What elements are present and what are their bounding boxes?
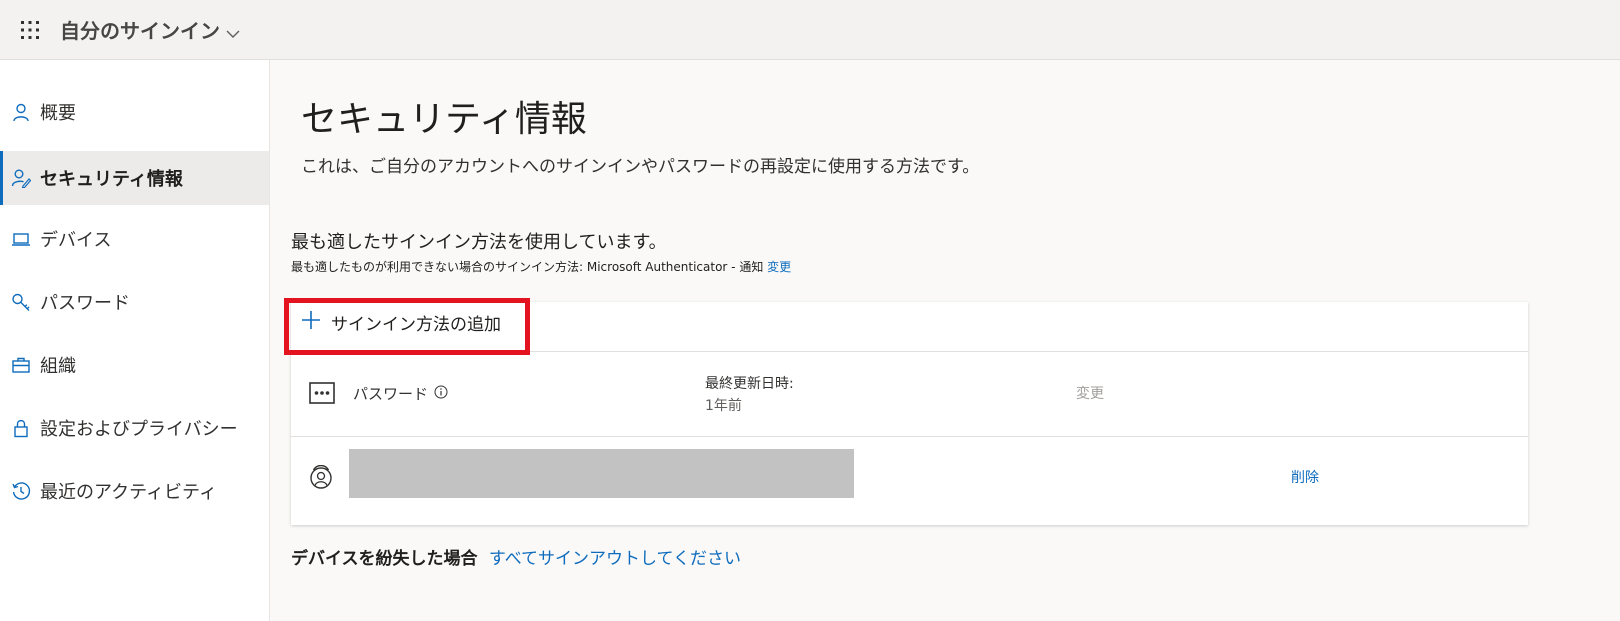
sidebar-item-label: 設定およびプライバシー bbox=[40, 419, 238, 440]
page-title: セキュリティ情報 bbox=[301, 99, 587, 140]
method-row-authenticator: 削除 bbox=[291, 437, 1528, 525]
last-updated-value: 1年前 bbox=[705, 398, 742, 414]
method-name-label: パスワード bbox=[353, 385, 429, 403]
delete-method-link[interactable]: 削除 bbox=[1291, 467, 1319, 487]
sidebar-item-recent-activity[interactable]: 最近のアクティビティ bbox=[0, 464, 269, 518]
lost-device-label: デバイスを紛失した場合 bbox=[291, 549, 478, 569]
default-method-heading: 最も適したサインイン方法を使用しています。 bbox=[291, 232, 667, 253]
lock-icon bbox=[10, 417, 32, 439]
sidebar-item-password[interactable]: パスワード bbox=[0, 275, 269, 329]
authenticator-icon bbox=[309, 464, 333, 495]
sidebar-item-settings-privacy[interactable]: 設定およびプライバシー bbox=[0, 401, 269, 455]
person-icon bbox=[10, 101, 32, 123]
info-icon[interactable] bbox=[434, 385, 448, 403]
key-icon bbox=[10, 291, 32, 313]
sidebar-item-security-info[interactable]: セキュリティ情報 bbox=[0, 151, 269, 205]
sidebar: 概要 セキュリティ情報 デバイス パスワード 組織 設定およびプライバシー 最近… bbox=[0, 60, 270, 621]
change-password-link[interactable]: 変更 bbox=[1076, 383, 1104, 403]
last-updated-label: 最終更新日時: bbox=[705, 376, 794, 392]
person-edit-icon bbox=[10, 167, 32, 189]
redacted-block bbox=[349, 449, 854, 498]
default-method-text: 最も適したものが利用できない場合のサインイン方法: Microsoft Auth… bbox=[291, 260, 764, 274]
top-bar: 自分のサインイン bbox=[0, 0, 1620, 60]
chevron-down-icon bbox=[226, 20, 240, 44]
history-icon bbox=[10, 480, 32, 502]
sidebar-item-label: 概要 bbox=[40, 103, 76, 124]
sidebar-item-overview[interactable]: 概要 bbox=[0, 85, 269, 139]
plus-icon bbox=[301, 310, 321, 335]
lost-device-section: デバイスを紛失した場合 すべてサインアウトしてください bbox=[291, 544, 741, 569]
briefcase-icon bbox=[10, 354, 32, 376]
add-method-row: サインイン方法の追加 bbox=[284, 298, 1528, 355]
sidebar-item-organization[interactable]: 組織 bbox=[0, 338, 269, 392]
sidebar-item-label: デバイス bbox=[40, 230, 112, 251]
page-description: これは、ご自分のアカウントへのサインインやパスワードの再設定に使用する方法です。 bbox=[301, 157, 980, 177]
app-launcher-icon[interactable] bbox=[0, 0, 60, 60]
sidebar-item-label: セキュリティ情報 bbox=[40, 169, 183, 190]
default-method-subtext: 最も適したものが利用できない場合のサインイン方法: Microsoft Auth… bbox=[291, 258, 791, 275]
laptop-icon bbox=[10, 228, 32, 250]
app-title-menu[interactable]: 自分のサインイン bbox=[60, 15, 240, 44]
add-method-button[interactable]: サインイン方法の追加 bbox=[301, 310, 501, 335]
main-content: セキュリティ情報 これは、ご自分のアカウントへのサインインやパスワードの再設定に… bbox=[271, 60, 1620, 621]
password-dots-icon bbox=[309, 382, 335, 408]
add-method-label: サインイン方法の追加 bbox=[331, 315, 501, 335]
method-row-password: パスワード 最終更新日時: 1年前 変更 bbox=[291, 353, 1528, 437]
sidebar-item-devices[interactable]: デバイス bbox=[0, 212, 269, 266]
change-default-link[interactable]: 変更 bbox=[767, 260, 791, 274]
sign-out-everywhere-link[interactable]: すべてサインアウトしてください bbox=[489, 549, 741, 569]
app-title: 自分のサインイン bbox=[60, 19, 220, 43]
sidebar-item-label: 組織 bbox=[40, 356, 76, 377]
methods-card: サインイン方法の追加 パスワード 最終更新日時: 1年前 変更 削除 bbox=[284, 298, 1528, 525]
method-name: パスワード bbox=[353, 383, 448, 404]
sidebar-item-label: 最近のアクティビティ bbox=[40, 482, 217, 503]
sidebar-item-label: パスワード bbox=[40, 293, 130, 314]
